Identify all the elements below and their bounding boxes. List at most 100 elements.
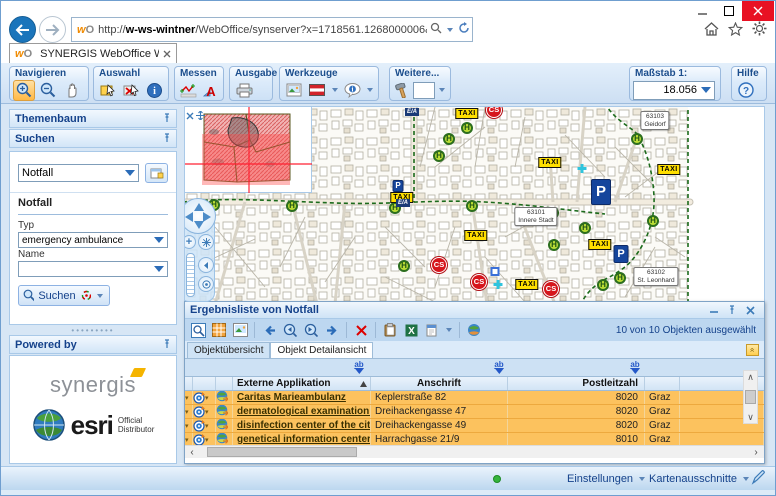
zoom-to-object-icon[interactable]: ▾ — [193, 434, 209, 446]
pin-icon[interactable] — [163, 130, 171, 148]
weitere-dropdown-icon[interactable] — [439, 88, 445, 92]
flag-dropdown-icon[interactable] — [332, 88, 338, 92]
results-close-icon[interactable] — [741, 301, 759, 319]
zoom-to-object-icon[interactable]: ▾ — [193, 420, 209, 432]
results-titlebar[interactable]: Ergebnisliste von Notfall — [185, 302, 764, 319]
search-theme-select[interactable]: Notfall — [18, 164, 139, 182]
browser-forward-button[interactable] — [39, 16, 66, 43]
collapse-panel-button[interactable]: « — [746, 344, 759, 356]
report-dropdown-icon[interactable] — [446, 328, 452, 332]
table-row[interactable]: ▾▾dermatological examination centerDreih… — [185, 405, 764, 419]
horizontal-scrollbar[interactable]: ‹ › — [185, 445, 764, 458]
map-marker-cs[interactable]: CS — [471, 274, 487, 290]
export-globe-button[interactable] — [465, 321, 483, 339]
pan-left-icon[interactable] — [185, 212, 193, 222]
hammer-tool-icon[interactable] — [393, 80, 411, 101]
external-app-icon[interactable] — [216, 391, 228, 404]
tab-objektuebersicht[interactable]: Objektübersicht — [187, 342, 270, 358]
table-row[interactable]: ▾▾disinfection center of the city of Gra… — [185, 419, 764, 433]
table-view-button[interactable] — [210, 321, 228, 339]
scroll-left-icon[interactable]: ‹ — [185, 447, 199, 458]
zoom-to-object-icon[interactable]: ▾ — [193, 392, 209, 404]
settings-gear-icon[interactable] — [752, 21, 767, 41]
report-button[interactable] — [423, 321, 441, 339]
select-button[interactable] — [97, 80, 118, 101]
redline-pencil-icon[interactable] — [751, 469, 767, 488]
map-image-tool-button[interactable] — [283, 80, 304, 101]
search-config-button[interactable] — [145, 163, 168, 183]
excel-export-button[interactable]: X — [402, 321, 420, 339]
measure-area-button[interactable]: A — [200, 80, 220, 101]
scroll-right-icon[interactable]: › — [749, 447, 763, 458]
browser-tab[interactable]: wO SYNERGIS WebOffice Web... — [9, 43, 177, 63]
sidebar-item-suchen[interactable]: Suchen — [9, 129, 177, 148]
austria-flag-tool-button[interactable] — [306, 80, 327, 101]
external-app-icon[interactable] — [216, 405, 228, 418]
address-bar[interactable]: wO http://w-ws-wintner/WebOffice/synserv… — [71, 17, 473, 42]
balloon-dropdown-icon[interactable] — [367, 88, 373, 92]
kartenausschnitte-menu[interactable]: Kartenausschnitte — [649, 473, 751, 485]
zoom-previous-object-button[interactable] — [281, 321, 299, 339]
scroll-down-icon[interactable]: ∨ — [747, 411, 754, 423]
column-postleitzahl[interactable]: Postleitzahl — [508, 377, 645, 390]
overview-map[interactable] — [185, 107, 312, 193]
full-extent-button[interactable] — [198, 234, 214, 250]
pin-icon[interactable] — [163, 110, 171, 128]
result-link[interactable]: dermatological examination center — [237, 406, 370, 417]
scroll-thumb[interactable] — [207, 447, 357, 457]
print-button[interactable] — [233, 80, 255, 101]
vertical-scrollbar[interactable]: ∧ ∨ — [743, 370, 758, 424]
zoom-slider[interactable] — [186, 253, 195, 297]
table-row[interactable]: ▾▾Caritas MarieambulanzKeplerstraße 8280… — [185, 391, 764, 405]
sidebar-splitter[interactable]: ••••••••• — [9, 327, 177, 333]
home-icon[interactable] — [704, 22, 719, 41]
info-balloon-tool-button[interactable]: i — [342, 80, 363, 101]
zoom-out-button[interactable] — [37, 80, 59, 101]
map-marker-cs[interactable]: CS — [543, 281, 559, 297]
external-app-icon[interactable] — [216, 419, 228, 432]
external-app-icon[interactable] — [216, 433, 228, 445]
last-object-button[interactable] — [323, 321, 341, 339]
copy-clipboard-button[interactable] — [381, 321, 399, 339]
pin-icon[interactable] — [163, 336, 171, 354]
column-anschrift[interactable]: Anschrift — [371, 377, 508, 390]
window-minimize-button[interactable] — [690, 1, 716, 21]
column-externe-applikation[interactable]: Externe Applikation — [233, 377, 371, 390]
typ-select[interactable]: emergency ambulance — [18, 232, 168, 248]
powered-by-header[interactable]: Powered by — [9, 335, 177, 354]
result-link[interactable]: genetical information center — [237, 434, 370, 445]
browser-back-button[interactable] — [9, 16, 36, 43]
sidebar-item-themenbaum[interactable]: Themenbaum — [9, 109, 177, 128]
pan-up-icon[interactable] — [194, 203, 204, 211]
results-minimize-icon[interactable] — [705, 301, 723, 319]
weitere-select-box[interactable] — [413, 82, 435, 99]
favorites-star-icon[interactable] — [728, 22, 743, 41]
zoom-to-object-icon[interactable]: ▾ — [193, 406, 209, 418]
scroll-up-icon[interactable]: ∧ — [747, 371, 754, 383]
center-map-button[interactable] — [198, 276, 214, 292]
pan-down-icon[interactable] — [194, 221, 204, 229]
sort-toggle-icon[interactable]: ab — [630, 360, 639, 374]
tab-objekt-detailansicht[interactable]: Objekt Detailansicht — [270, 342, 373, 358]
help-button[interactable]: ? — [735, 80, 757, 101]
sort-toggle-icon[interactable]: ab — [494, 360, 503, 374]
pan-hand-button[interactable] — [61, 80, 83, 101]
map-marker-cs[interactable]: CS — [431, 257, 447, 273]
overview-close-icon[interactable] — [186, 107, 194, 125]
result-link[interactable]: Caritas Marieambulanz — [237, 392, 346, 403]
pin-icon[interactable] — [723, 301, 741, 319]
tab-close-icon[interactable] — [163, 45, 171, 63]
name-select[interactable] — [18, 261, 168, 277]
deselect-button[interactable] — [120, 80, 141, 101]
refresh-icon[interactable] — [458, 21, 470, 39]
scale-input[interactable]: 18.056 — [633, 81, 715, 100]
zoom-to-selection-button[interactable] — [189, 321, 207, 339]
scroll-thumb[interactable] — [745, 390, 756, 404]
identify-info-button[interactable]: i — [144, 80, 165, 101]
einstellungen-menu[interactable]: Einstellungen — [567, 473, 647, 485]
map-highlight-button[interactable] — [231, 321, 249, 339]
window-maximize-button[interactable] — [716, 1, 742, 21]
clear-results-button[interactable] — [352, 321, 370, 339]
search-icon[interactable] — [430, 21, 442, 39]
measure-distance-button[interactable] — [178, 80, 198, 101]
